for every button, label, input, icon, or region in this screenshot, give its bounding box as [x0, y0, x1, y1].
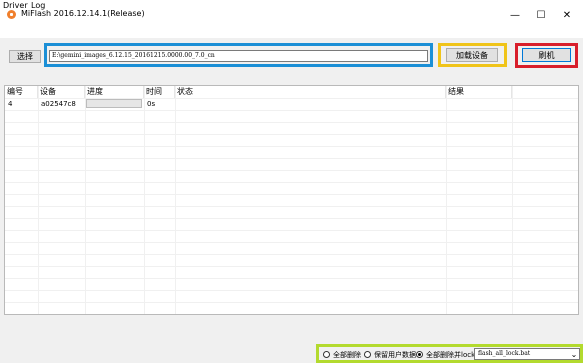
column-header-progress[interactable]: 进度 [85, 86, 144, 98]
radio-save-user-data-label[interactable]: 保留用户数据 [374, 350, 416, 360]
rom-path-input[interactable]: E:\gemini_images_6.12.15_20161215.0000.0… [49, 50, 428, 62]
row-divider [5, 122, 578, 123]
column-header-status[interactable]: 状态 [175, 86, 446, 98]
radio-clean-all[interactable] [323, 351, 330, 358]
cell-elapsed-time: 0s [147, 100, 156, 108]
column-divider [512, 86, 513, 314]
device-list-table[interactable]: 编号 设备 进度 时间 状态 结果 4 a02547c8 0s [4, 85, 579, 315]
row-divider [5, 182, 578, 183]
row-divider [5, 242, 578, 243]
column-divider [38, 86, 39, 314]
row-divider [5, 158, 578, 159]
flash-script-select[interactable]: flash_all_lock.bat [474, 348, 580, 360]
row-divider [5, 290, 578, 291]
menu-item-driver[interactable]: Driver [3, 1, 28, 10]
row-divider [5, 146, 578, 147]
column-header-number[interactable]: 编号 [5, 86, 38, 98]
cell-result [446, 98, 512, 110]
row-divider [5, 230, 578, 231]
row-divider [5, 170, 578, 171]
flash-button[interactable]: 刷机 [522, 48, 571, 62]
row-divider [5, 110, 578, 111]
row-divider [5, 206, 578, 207]
chevron-down-icon[interactable]: ⌄ [568, 348, 580, 360]
radio-clean-all-and-lock[interactable] [416, 351, 423, 358]
flash-progress-bar [86, 99, 142, 108]
cell-device-serial: a02547c8 [41, 100, 76, 108]
column-divider [175, 86, 176, 314]
column-header-time[interactable]: 时间 [144, 86, 175, 98]
row-divider [5, 266, 578, 267]
radio-clean-all-and-lock-label[interactable]: 全部删除并lock [426, 350, 475, 360]
row-divider [5, 278, 578, 279]
column-divider [85, 86, 86, 314]
miflash-app-icon [7, 10, 16, 19]
menu-item-log[interactable]: Log [31, 1, 45, 10]
column-header-result[interactable]: 结果 [446, 86, 512, 98]
select-folder-button[interactable]: 选择 [9, 50, 41, 63]
load-devices-button[interactable]: 加载设备 [446, 48, 498, 62]
row-divider [5, 194, 578, 195]
menu-bar [0, 24, 583, 38]
row-divider [5, 302, 578, 303]
column-divider [144, 86, 145, 314]
radio-save-user-data[interactable] [364, 351, 371, 358]
cell-device-number: 4 [8, 100, 13, 108]
column-header-device[interactable]: 设备 [38, 86, 85, 98]
radio-clean-all-label[interactable]: 全部删除 [333, 350, 361, 360]
cell-status [175, 98, 446, 110]
row-divider [5, 134, 578, 135]
row-divider [5, 254, 578, 255]
window-title: MiFlash 2016.12.14.1(Release) [21, 9, 145, 18]
column-divider [446, 86, 447, 314]
row-divider [5, 218, 578, 219]
